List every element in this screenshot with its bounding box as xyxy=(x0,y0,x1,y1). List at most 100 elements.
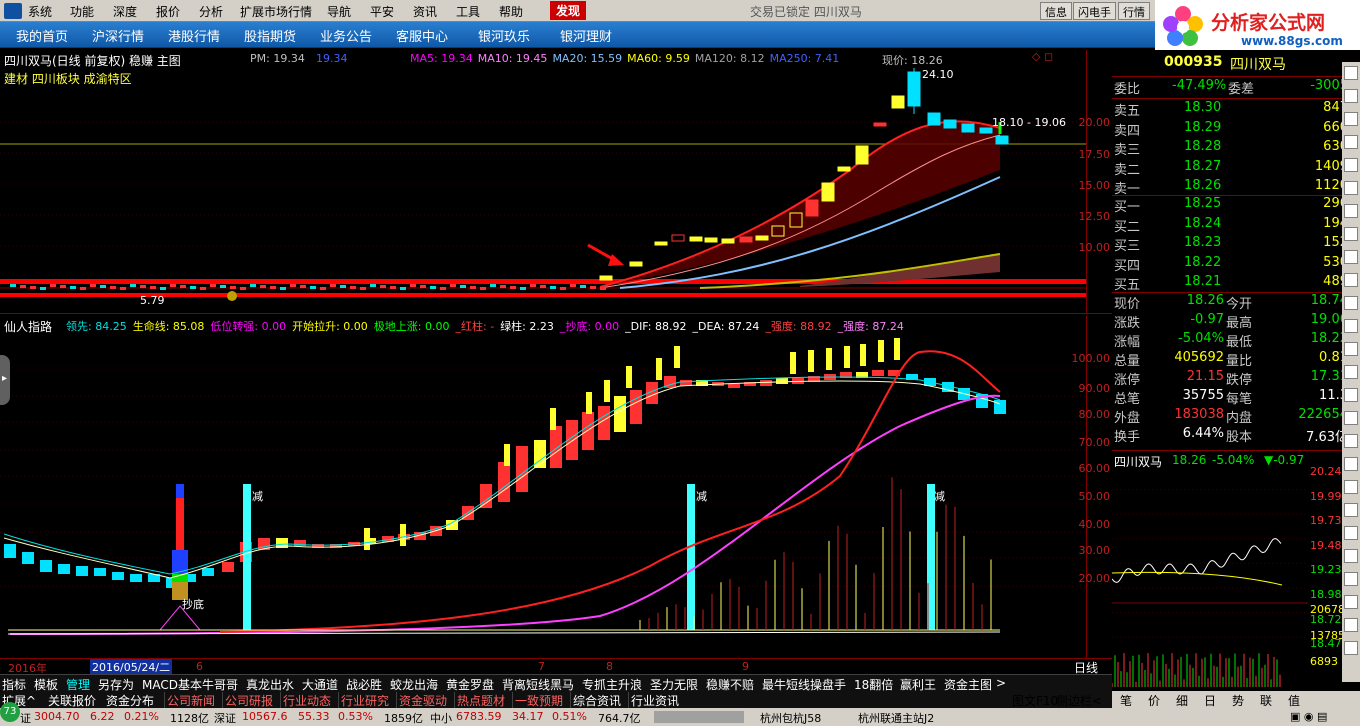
info-tab[interactable]: 资金分布 xyxy=(106,692,154,709)
notification-badge[interactable]: 73 xyxy=(0,702,20,722)
menu-analysis[interactable]: 分析 xyxy=(199,3,223,20)
menu-extended-market[interactable]: 扩展市场行情 xyxy=(240,3,312,20)
toolbar-icon[interactable] xyxy=(1344,227,1358,241)
info-tab[interactable]: 行业资讯 xyxy=(628,692,679,709)
y-tick: 100.00 xyxy=(1071,352,1111,365)
toolbar-icon[interactable] xyxy=(1344,135,1358,149)
toolbar-icon[interactable] xyxy=(1344,365,1358,379)
order-row[interactable]: 卖二 18.27 1409 xyxy=(1112,159,1352,179)
server-main[interactable]: 杭州包杭J58 xyxy=(760,710,821,726)
nav-service[interactable]: 客服中心 xyxy=(396,26,448,45)
indicator-candle xyxy=(872,370,884,376)
toolbar-icon[interactable] xyxy=(1344,411,1358,425)
right-tab[interactable]: 日 xyxy=(1204,692,1216,709)
toolbar-icon[interactable] xyxy=(1344,572,1358,586)
nav-hk[interactable]: 港股行情 xyxy=(168,26,220,45)
toolbar-icon[interactable] xyxy=(1344,526,1358,540)
toolbar-icon[interactable] xyxy=(1344,66,1358,80)
menu-help[interactable]: 帮助 xyxy=(499,3,523,20)
toolbar-icon[interactable] xyxy=(1344,641,1358,655)
info-tab[interactable]: 公司研报 xyxy=(222,692,273,709)
toolbar-icon[interactable] xyxy=(1344,89,1358,103)
candle xyxy=(837,166,851,172)
toolbar-icon[interactable] xyxy=(1344,181,1358,195)
toolbar-icon[interactable] xyxy=(1344,319,1358,333)
nav-home[interactable]: 我的首页 xyxy=(16,26,68,45)
order-row[interactable]: 买一 18.25 296 xyxy=(1112,196,1352,216)
sme-index-label: 中小 xyxy=(430,712,452,725)
right-tab[interactable]: 值 xyxy=(1288,692,1300,709)
candle xyxy=(540,285,546,288)
info-tab[interactable]: 行业研究 xyxy=(338,692,389,709)
toolbar-icon[interactable] xyxy=(1344,112,1358,126)
menu-pingan[interactable]: 平安 xyxy=(370,3,394,20)
right-tab[interactable]: 细 xyxy=(1176,692,1188,709)
menu-quote[interactable]: 报价 xyxy=(156,3,180,20)
toolbar-icon[interactable] xyxy=(1344,457,1358,471)
info-tab[interactable]: 资金驱动 xyxy=(396,692,447,709)
sub-chart-panel: 仙人指路 领先: 84.25 生命线: 85.08 低位转强: 0.00 开始拉升: … xyxy=(0,316,1112,658)
order-row[interactable]: 买五 18.21 489 xyxy=(1112,274,1352,294)
toolbar-icon[interactable] xyxy=(1344,342,1358,356)
toolbar-icon[interactable] xyxy=(1344,273,1358,287)
toolbar-icon[interactable] xyxy=(1344,595,1358,609)
info-tab[interactable]: 热点题材 xyxy=(454,692,505,709)
right-tab[interactable]: 笔 xyxy=(1120,692,1132,709)
right-tab[interactable]: 侧边栏< xyxy=(1056,692,1102,709)
info-tab[interactable]: 一致预期 xyxy=(512,692,563,709)
server-backup[interactable]: 杭州联通主站J2 xyxy=(858,710,934,726)
toolbar-icon[interactable] xyxy=(1344,158,1358,172)
info-button[interactable]: 信息 xyxy=(1040,2,1072,20)
nav-announce[interactable]: 业务公告 xyxy=(320,26,372,45)
order-row[interactable]: 买二 18.24 194 xyxy=(1112,216,1352,236)
order-price: 18.25 xyxy=(1184,196,1222,211)
right-tab[interactable]: 势 xyxy=(1232,692,1244,709)
nav-futures[interactable]: 股指期货 xyxy=(244,26,296,45)
candle xyxy=(671,234,685,242)
menu-news[interactable]: 资讯 xyxy=(413,3,437,20)
toolbar-icon[interactable] xyxy=(1344,204,1358,218)
right-tab[interactable]: 联 xyxy=(1260,692,1272,709)
tabs-next-icon[interactable]: > xyxy=(996,676,1006,690)
toolbar-icon[interactable] xyxy=(1344,480,1358,494)
menu-navigation[interactable]: 导航 xyxy=(327,3,351,20)
market-button[interactable]: 行情 xyxy=(1118,2,1150,20)
toolbar-icon[interactable] xyxy=(1344,434,1358,448)
nav-shsz[interactable]: 沪深行情 xyxy=(92,26,144,45)
nav-yinhe-finance[interactable]: 银河理财 xyxy=(560,26,612,45)
toolbar-icon[interactable] xyxy=(1344,503,1358,517)
order-row[interactable]: 卖四 18.29 660 xyxy=(1112,120,1352,140)
status-icons[interactable]: ▣ ◉ ▤ xyxy=(1290,710,1327,723)
candle xyxy=(873,122,887,127)
stat-label: 涨停 xyxy=(1114,373,1141,388)
candle xyxy=(250,284,256,287)
menu-tools[interactable]: 工具 xyxy=(456,3,480,20)
nav-yinhe-jiule[interactable]: 银河玖乐 xyxy=(478,26,530,45)
order-row[interactable]: 卖三 18.28 630 xyxy=(1112,139,1352,159)
flash-trade-button[interactable]: 闪电手 xyxy=(1073,2,1116,20)
stat-row: 现价 18.26 今开 18.74 xyxy=(1112,293,1352,313)
info-tab[interactable]: 综合资讯 xyxy=(570,692,621,709)
candle xyxy=(30,286,36,289)
right-tab[interactable]: 价 xyxy=(1148,692,1160,709)
y-tick: 20.00 xyxy=(1078,116,1111,129)
toolbar-icon[interactable] xyxy=(1344,296,1358,310)
candle xyxy=(943,119,957,129)
left-panel-handle[interactable]: ▸ xyxy=(0,355,10,405)
order-row[interactable]: 买四 18.22 530 xyxy=(1112,255,1352,275)
info-tab[interactable]: 公司新闻 xyxy=(164,692,215,709)
info-tab[interactable]: 行业动态 xyxy=(280,692,331,709)
info-tab[interactable]: 关联报价 xyxy=(48,692,96,709)
order-row[interactable]: 卖五 18.30 847 xyxy=(1112,100,1352,120)
toolbar-icon[interactable] xyxy=(1344,618,1358,632)
toolbar-icon[interactable] xyxy=(1344,388,1358,402)
right-tab[interactable]: 图文F10 xyxy=(1012,692,1058,709)
candle xyxy=(855,145,869,165)
menu-depth[interactable]: 深度 xyxy=(113,3,137,20)
menu-function[interactable]: 功能 xyxy=(70,3,94,20)
toolbar-icon[interactable] xyxy=(1344,549,1358,563)
toolbar-icon[interactable] xyxy=(1344,250,1358,264)
order-row[interactable]: 买三 18.23 152 xyxy=(1112,235,1352,255)
menu-discover[interactable]: 发现 xyxy=(550,1,587,20)
menu-system[interactable]: 系统 xyxy=(28,3,52,20)
